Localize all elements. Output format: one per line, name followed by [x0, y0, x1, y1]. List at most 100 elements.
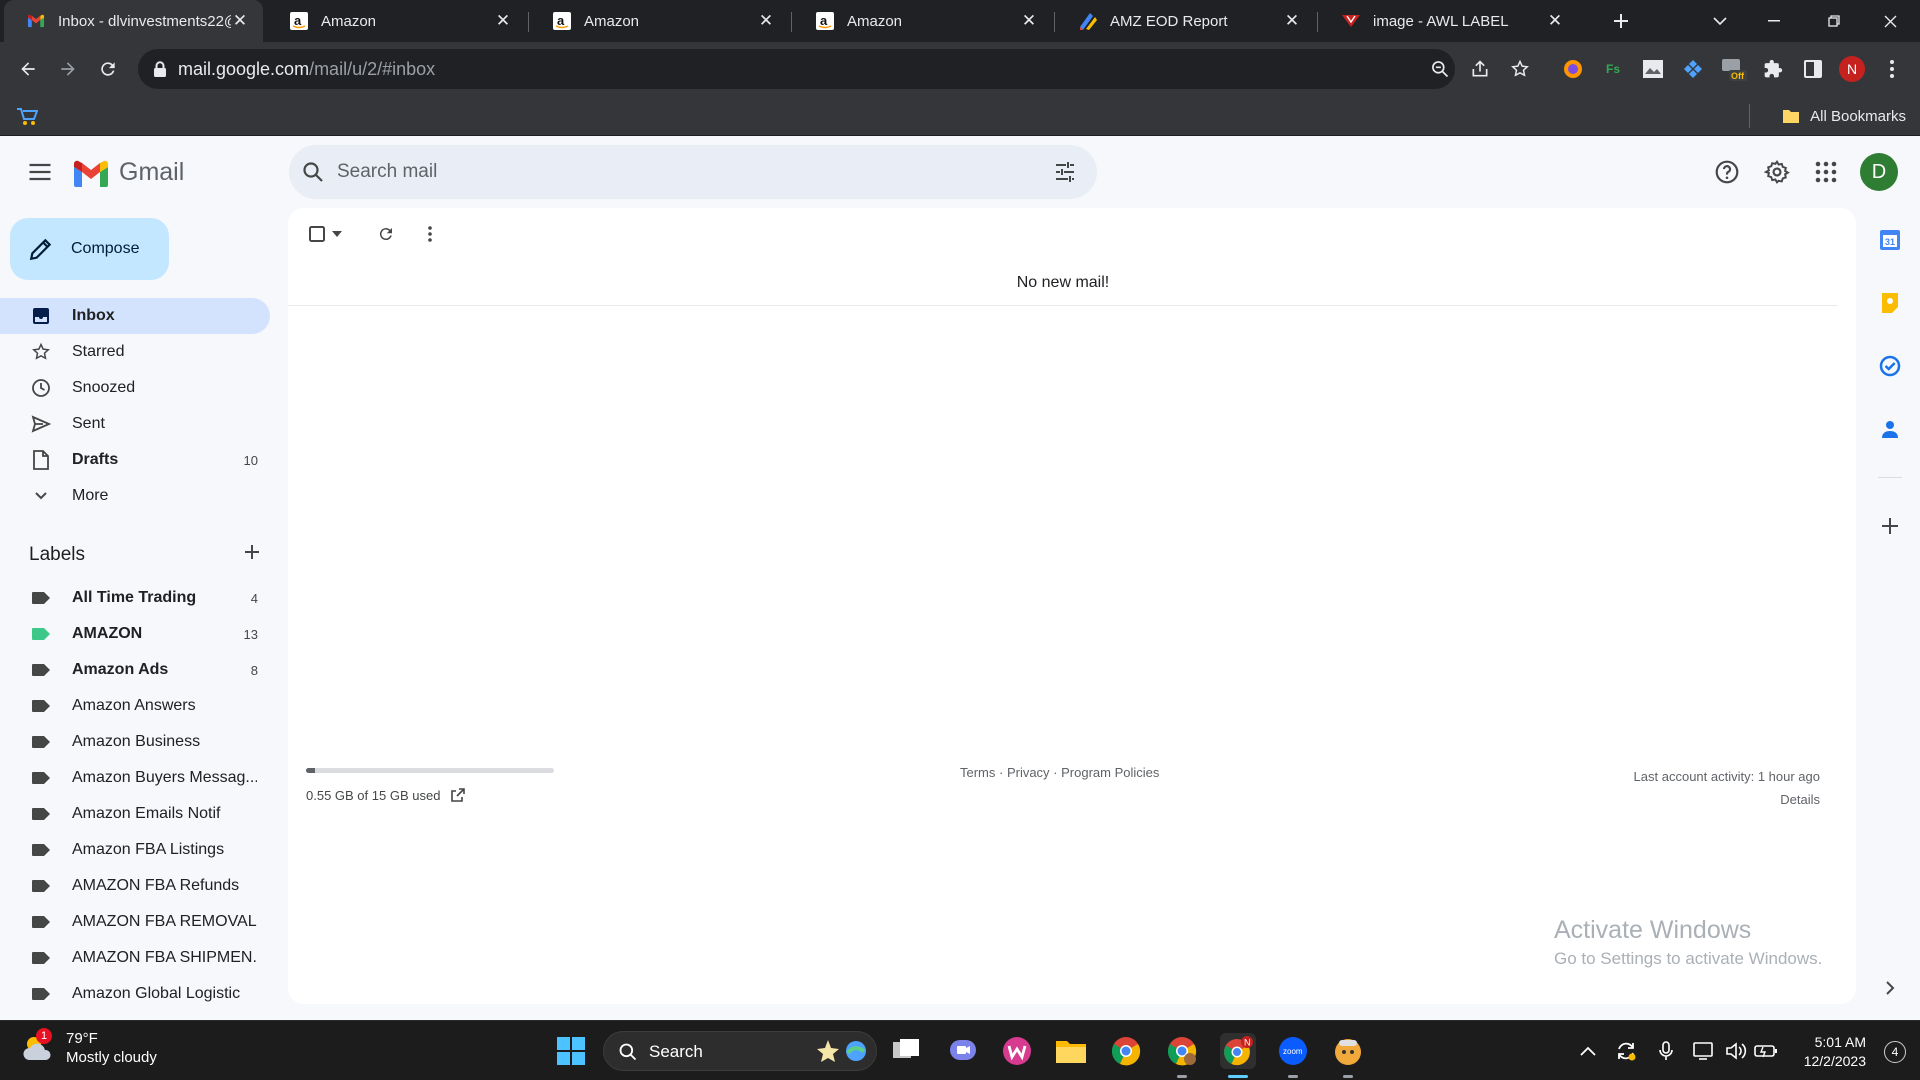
browser-tab[interactable]: a Amazon ✕: [267, 0, 526, 42]
new-tab-button[interactable]: [1595, 0, 1647, 42]
zoom-app-icon[interactable]: zoom: [1275, 1033, 1311, 1078]
task-view-icon[interactable]: [888, 1033, 924, 1069]
label-item[interactable]: AMAZON 13: [0, 616, 270, 652]
tab-separator: [791, 12, 792, 32]
nav-item-sent[interactable]: Sent: [0, 406, 270, 442]
taskbar-search-box[interactable]: Search: [603, 1031, 877, 1071]
minimize-button[interactable]: [1748, 0, 1800, 42]
network-icon[interactable]: [1692, 1039, 1716, 1063]
tab-close-icon[interactable]: ✕: [1546, 12, 1564, 30]
wps-office-icon[interactable]: [999, 1033, 1035, 1069]
chrome-active-profile-icon[interactable]: N: [1220, 1033, 1256, 1078]
extension-off-icon[interactable]: Off: [1719, 55, 1747, 83]
start-button[interactable]: [553, 1033, 589, 1069]
label-item[interactable]: AMAZON FBA SHIPMEN...: [0, 940, 270, 976]
nav-item-more[interactable]: More: [0, 478, 270, 514]
weather-widget[interactable]: 1 79°F Mostly cloudy: [20, 1028, 157, 1067]
more-options-icon[interactable]: [416, 220, 444, 248]
label-item[interactable]: All Time Trading 4: [0, 580, 270, 616]
microphone-icon[interactable]: [1654, 1039, 1678, 1063]
refresh-button[interactable]: [372, 220, 400, 248]
get-addons-icon[interactable]: [1876, 512, 1904, 540]
tasks-icon[interactable]: [1876, 352, 1904, 380]
keep-icon[interactable]: [1876, 289, 1904, 317]
forward-button[interactable]: [52, 53, 84, 85]
create-label-button[interactable]: [238, 538, 266, 566]
show-hidden-icons-icon[interactable]: [1576, 1039, 1600, 1063]
back-button[interactable]: [12, 53, 44, 85]
browser-tab[interactable]: AMZ EOD Report ✕: [1056, 0, 1315, 42]
calendar-icon[interactable]: 31: [1876, 226, 1904, 254]
teams-chat-icon[interactable]: [945, 1033, 981, 1069]
details-link[interactable]: Details: [1634, 788, 1820, 811]
extension-firefox-icon[interactable]: [1559, 55, 1587, 83]
bookmark-cart-icon[interactable]: [16, 106, 38, 126]
extension-sheet-icon[interactable]: [1639, 55, 1667, 83]
search-input[interactable]: [337, 145, 997, 199]
battery-icon[interactable]: [1754, 1039, 1778, 1063]
close-window-button[interactable]: [1864, 0, 1916, 42]
sync-icon[interactable]: [1614, 1039, 1638, 1063]
account-avatar[interactable]: D: [1859, 152, 1899, 192]
main-menu-icon[interactable]: [26, 158, 54, 186]
nav-item-snoozed[interactable]: Snoozed: [0, 370, 270, 406]
search-bar[interactable]: [289, 145, 1097, 199]
show-side-panel-icon[interactable]: [1876, 974, 1904, 1002]
extensions-puzzle-icon[interactable]: [1759, 55, 1787, 83]
select-all-checkbox[interactable]: [306, 220, 328, 248]
tab-close-icon[interactable]: ✕: [231, 12, 249, 30]
side-panel-icon[interactable]: [1799, 55, 1827, 83]
browser-tab[interactable]: a Amazon ✕: [793, 0, 1052, 42]
label-item[interactable]: AMAZON FBA REMOVAL: [0, 904, 270, 940]
tab-search-button[interactable]: [1694, 0, 1746, 42]
extension-fs-icon[interactable]: Fs: [1599, 55, 1627, 83]
system-clock[interactable]: 5:01 AM 12/2/2023: [1804, 1033, 1866, 1071]
search-options-icon[interactable]: [1053, 160, 1077, 184]
extension-puzzle-blue-icon[interactable]: [1679, 55, 1707, 83]
all-bookmarks-button[interactable]: All Bookmarks: [1782, 96, 1906, 136]
notification-count[interactable]: 4: [1884, 1041, 1906, 1063]
restore-button[interactable]: [1808, 0, 1860, 42]
zoom-icon[interactable]: [1430, 59, 1450, 79]
label-item[interactable]: Amazon Buyers Messag...: [0, 760, 270, 796]
share-icon[interactable]: [1470, 59, 1490, 79]
contacts-icon[interactable]: [1876, 415, 1904, 443]
browser-menu-icon[interactable]: [1878, 55, 1906, 83]
tab-close-icon[interactable]: ✕: [494, 12, 512, 30]
browser-tab[interactable]: image - AWL LABEL ✕: [1319, 0, 1578, 42]
browser-tab[interactable]: Inbox - dlvinvestments22@ ✕: [4, 0, 263, 42]
profile-avatar[interactable]: N: [1838, 55, 1866, 83]
label-item[interactable]: AMAZON FBA Refunds: [0, 868, 270, 904]
reload-button[interactable]: [92, 53, 124, 85]
label-item[interactable]: Amazon Business: [0, 724, 270, 760]
tab-close-icon[interactable]: ✕: [1283, 12, 1301, 30]
nav-item-drafts[interactable]: Drafts 10: [0, 442, 270, 478]
compose-button[interactable]: Compose: [10, 218, 169, 280]
open-storage-icon[interactable]: [450, 787, 466, 803]
gmail-logo-icon[interactable]: [72, 160, 110, 188]
settings-gear-icon[interactable]: [1757, 152, 1797, 192]
file-explorer-icon[interactable]: [1053, 1033, 1089, 1069]
address-bar[interactable]: mail.google.com/mail/u/2/#inbox: [138, 49, 1529, 89]
select-dropdown-icon[interactable]: [330, 220, 344, 248]
label-item[interactable]: Amazon FBA Listings: [0, 832, 270, 868]
help-icon[interactable]: [1707, 152, 1747, 192]
chrome-profile-icon[interactable]: [1164, 1033, 1200, 1078]
label-item[interactable]: Amazon Ads 8: [0, 652, 270, 688]
taskbar-app-icon[interactable]: [1330, 1033, 1366, 1078]
tab-close-icon[interactable]: ✕: [757, 12, 775, 30]
browser-tab[interactable]: a Amazon ✕: [530, 0, 789, 42]
label-name: All Time Trading: [72, 589, 197, 606]
label-item[interactable]: Amazon Global Logistic: [0, 976, 270, 1012]
nav-item-inbox[interactable]: Inbox: [0, 298, 270, 334]
bookmark-star-icon[interactable]: [1510, 59, 1530, 79]
chrome-icon[interactable]: [1108, 1033, 1144, 1069]
footer-links[interactable]: Terms · Privacy · Program Policies: [960, 765, 1160, 780]
volume-icon[interactable]: [1724, 1039, 1748, 1063]
apps-grid-icon[interactable]: [1806, 152, 1846, 192]
label-item[interactable]: Amazon Emails Notif: [0, 796, 270, 832]
label-item[interactable]: Amazon Answers: [0, 688, 270, 724]
nav-item-starred[interactable]: Starred: [0, 334, 270, 370]
tab-close-icon[interactable]: ✕: [1020, 12, 1038, 30]
search-icon[interactable]: [301, 160, 325, 184]
